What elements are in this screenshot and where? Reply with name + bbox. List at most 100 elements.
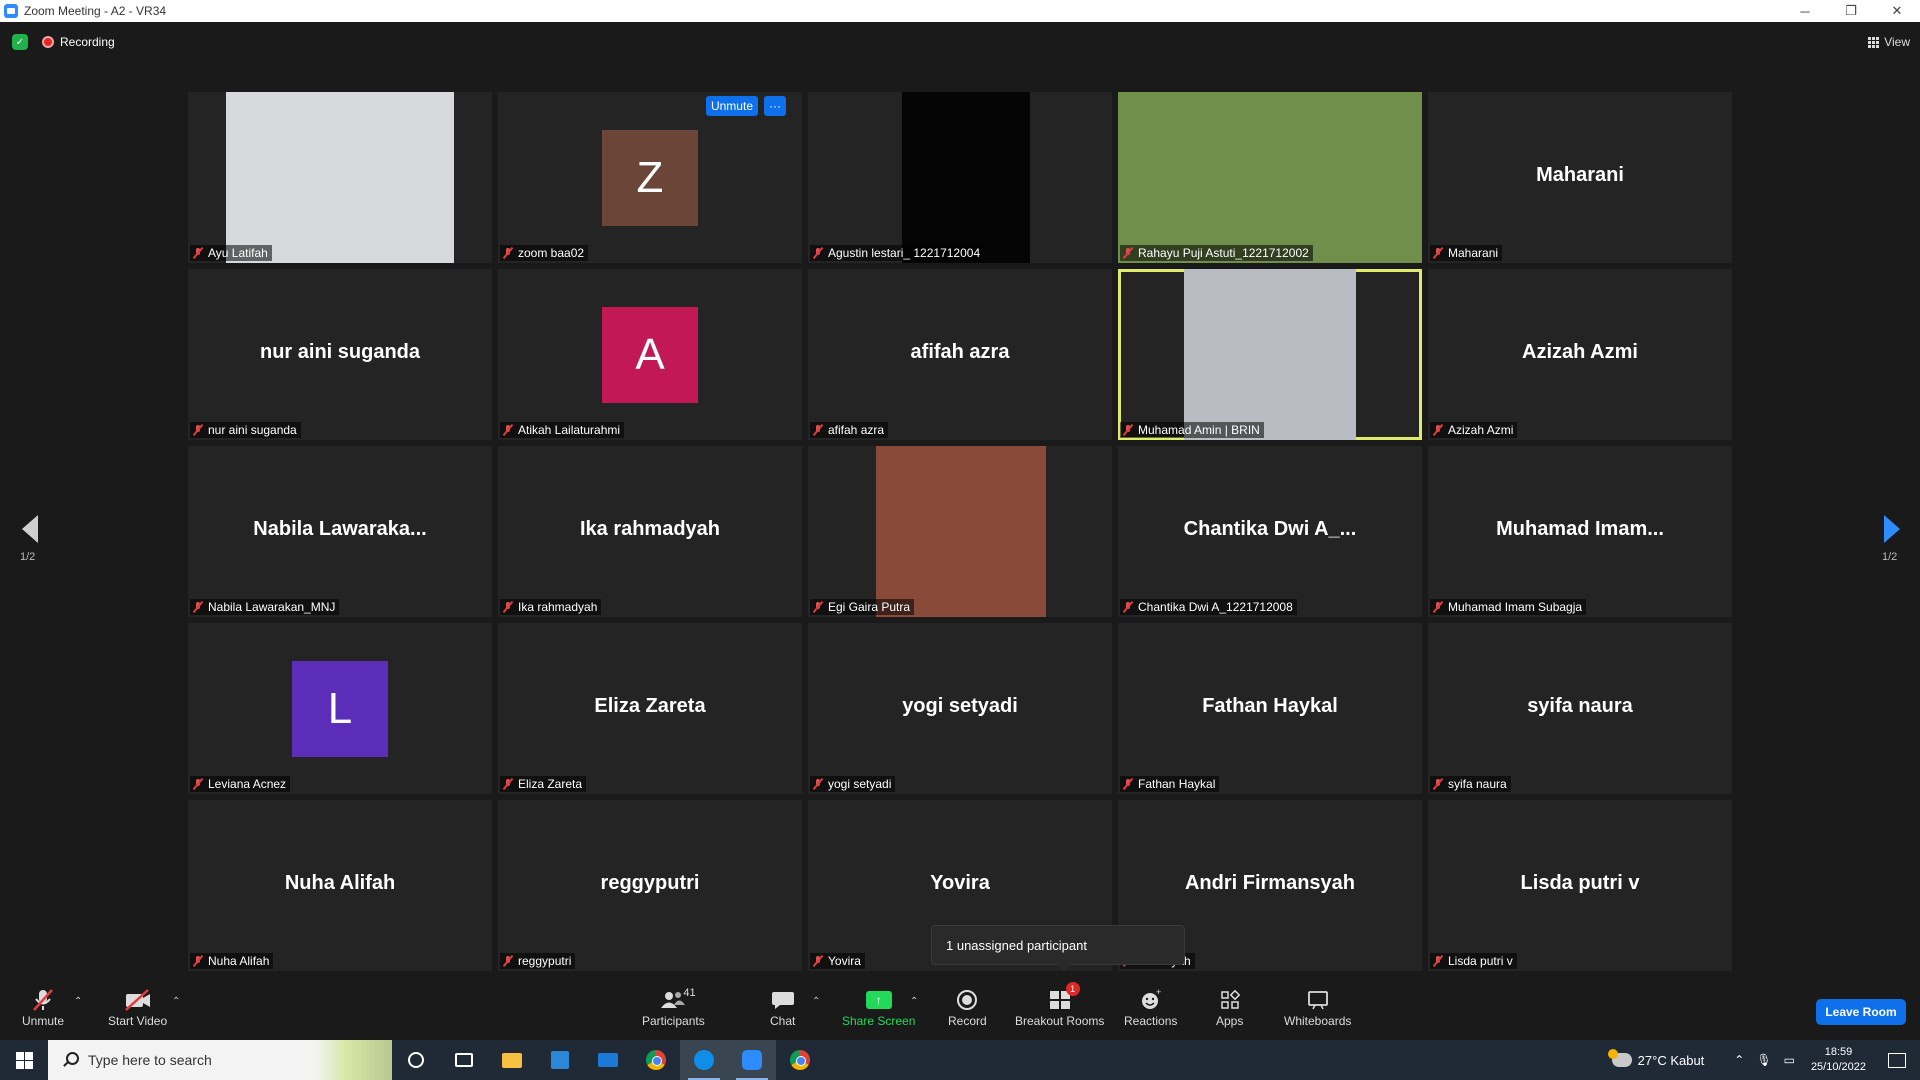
participant-tile[interactable]: Muhamad Amin | BRIN: [1118, 269, 1422, 440]
share-screen-wrap: ↑: [865, 986, 892, 1014]
participant-tile[interactable]: syifa naura syifa naura: [1428, 623, 1732, 794]
participant-tile[interactable]: Muhamad Imam... Muhamad Imam Subagja: [1428, 446, 1732, 617]
participant-namebar: Leviana Acnez: [190, 776, 291, 792]
store-button[interactable]: [536, 1040, 584, 1080]
muted-mic-icon: [1432, 955, 1444, 967]
view-label: View: [1884, 35, 1910, 49]
next-page-control[interactable]: 1/2: [1882, 515, 1900, 563]
chat-options-caret-icon[interactable]: ⌃: [812, 996, 820, 1007]
participant-tile[interactable]: Z Unmute ··· zoom baa02: [498, 92, 802, 263]
participant-tile[interactable]: Egi Gaira Putra: [808, 446, 1112, 617]
participant-tile[interactable]: Nuha Alifah Nuha Alifah: [188, 800, 492, 971]
participant-name: Ayu Latifah: [208, 246, 268, 260]
whiteboards-button[interactable]: Whiteboards: [1284, 986, 1351, 1028]
weather-icon[interactable]: [1607, 1049, 1632, 1067]
participant-namebar: reggyputri: [500, 953, 576, 969]
participant-video: [226, 92, 454, 263]
video-options-caret-icon[interactable]: ⌃: [172, 996, 180, 1007]
search-placeholder[interactable]: Type here to search: [88, 1052, 212, 1068]
store-icon: [551, 1051, 569, 1069]
teamviewer-button[interactable]: [680, 1040, 728, 1080]
participant-namebar: afifah azra: [810, 422, 889, 438]
chevron-up-icon[interactable]: ⌃: [1734, 1053, 1744, 1067]
participant-tile[interactable]: Maharani Maharani: [1428, 92, 1732, 263]
participants-button[interactable]: 41 Participants: [642, 986, 705, 1028]
apps-button[interactable]: Apps: [1216, 986, 1243, 1028]
search-icon: [62, 1052, 79, 1068]
video-off-icon: [123, 986, 153, 1014]
record-button[interactable]: Record: [948, 986, 987, 1028]
share-screen-arrow-icon: ↑: [865, 991, 892, 1009]
participant-tile[interactable]: nur aini suganda nur aini suganda: [188, 269, 492, 440]
participant-name: reggyputri: [518, 954, 572, 968]
clock[interactable]: 18:59 25/10/2022: [1811, 1045, 1866, 1075]
chrome-button[interactable]: [632, 1040, 680, 1080]
taskbar-search[interactable]: Type here to search: [48, 1040, 392, 1080]
network-icon[interactable]: ▭: [1784, 1053, 1795, 1067]
zoom-icon: [742, 1050, 762, 1070]
participant-display-name: Fathan Haykal: [1202, 695, 1338, 717]
participant-tile[interactable]: Chantika Dwi A_... Chantika Dwi A_1221712…: [1118, 446, 1422, 617]
clock-date: 25/10/2022: [1810, 1061, 1866, 1073]
participant-tile[interactable]: Rahayu Puji Astuti_1221712002: [1118, 92, 1422, 263]
participant-tile[interactable]: reggyputri reggyputri: [498, 800, 802, 971]
muted-mic-icon: [1432, 601, 1444, 613]
muted-mic-icon: [812, 601, 824, 613]
participants-label: Participants: [642, 1014, 705, 1028]
weather-text[interactable]: 27°C Kabut: [1638, 1053, 1705, 1068]
participant-tile[interactable]: Ayu Latifah: [188, 92, 492, 263]
share-screen-button[interactable]: ↑ Share Screen: [842, 986, 915, 1028]
participant-namebar: Maharani: [1430, 245, 1503, 261]
zoom-taskbar-button[interactable]: [728, 1040, 776, 1080]
breakout-badge: 1: [1065, 982, 1080, 996]
file-explorer-button[interactable]: [488, 1040, 536, 1080]
participant-name: Lisda putri v: [1448, 954, 1513, 968]
chat-button[interactable]: Chat: [770, 986, 795, 1028]
notification-icon[interactable]: [1888, 1052, 1906, 1068]
task-view-button[interactable]: [440, 1040, 488, 1080]
close-button[interactable]: ✕: [1874, 0, 1920, 22]
participant-namebar: syifa naura: [1430, 776, 1511, 792]
participant-tile[interactable]: Azizah Azmi Azizah Azmi: [1428, 269, 1732, 440]
participant-display-name: Eliza Zareta: [594, 695, 706, 717]
unmute-button[interactable]: Unmute: [22, 986, 64, 1028]
muted-mic-icon: [192, 601, 204, 613]
audio-options-caret-icon[interactable]: ⌃: [74, 996, 82, 1007]
participant-tile[interactable]: Eliza Zareta Eliza Zareta: [498, 623, 802, 794]
participant-tile[interactable]: Ika rahmadyah Ika rahmadyah: [498, 446, 802, 617]
participant-tile[interactable]: L Leviana Acnez: [188, 623, 492, 794]
breakout-rooms-icon: 1: [1048, 982, 1080, 1014]
recording-indicator[interactable]: Recording: [42, 32, 115, 52]
start-video-button[interactable]: Start Video: [108, 986, 167, 1028]
arrow-left-icon[interactable]: [22, 515, 38, 543]
apps-icon: [1219, 986, 1241, 1014]
mail-button[interactable]: [584, 1040, 632, 1080]
view-button[interactable]: View: [1868, 32, 1910, 52]
muted-mic-icon: [502, 601, 514, 613]
security-shield-icon[interactable]: ✓: [12, 34, 28, 50]
minimize-button[interactable]: ─: [1782, 0, 1828, 22]
prev-page-control[interactable]: 1/2: [20, 515, 38, 563]
participant-tile[interactable]: afifah azra afifah azra: [808, 269, 1112, 440]
participant-tile[interactable]: Fathan Haykal Fathan Haykal: [1118, 623, 1422, 794]
leave-room-button[interactable]: Leave Room: [1816, 999, 1906, 1025]
arrow-right-icon[interactable]: [1884, 515, 1900, 543]
participant-tile[interactable]: yogi setyadi yogi setyadi: [808, 623, 1112, 794]
microphone-icon[interactable]: 🎙: [1756, 1053, 1771, 1067]
reactions-button[interactable]: + Reactions: [1124, 986, 1177, 1028]
restore-button[interactable]: ❐: [1828, 0, 1874, 22]
share-options-caret-icon[interactable]: ⌃: [910, 996, 918, 1007]
participant-tile[interactable]: Lisda putri v Lisda putri v: [1428, 800, 1732, 971]
cortana-button[interactable]: [392, 1040, 440, 1080]
more-options-button[interactable]: ···: [764, 96, 786, 116]
ask-unmute-button[interactable]: Unmute: [705, 96, 758, 116]
breakout-rooms-button[interactable]: 1 Breakout Rooms: [1015, 982, 1104, 1028]
muted-mic-icon: [812, 778, 824, 790]
participant-tile[interactable]: Agustin lestari_ 1221712004: [808, 92, 1112, 263]
mail-icon: [598, 1053, 618, 1067]
start-button[interactable]: [0, 1040, 48, 1080]
chrome-profile-button[interactable]: [776, 1040, 824, 1080]
participant-display-name: afifah azra: [910, 341, 1010, 363]
participant-tile[interactable]: A Atikah Lailaturahmi: [498, 269, 802, 440]
participant-tile[interactable]: Nabila Lawaraka... Nabila Lawarakan_MNJ: [188, 446, 492, 617]
